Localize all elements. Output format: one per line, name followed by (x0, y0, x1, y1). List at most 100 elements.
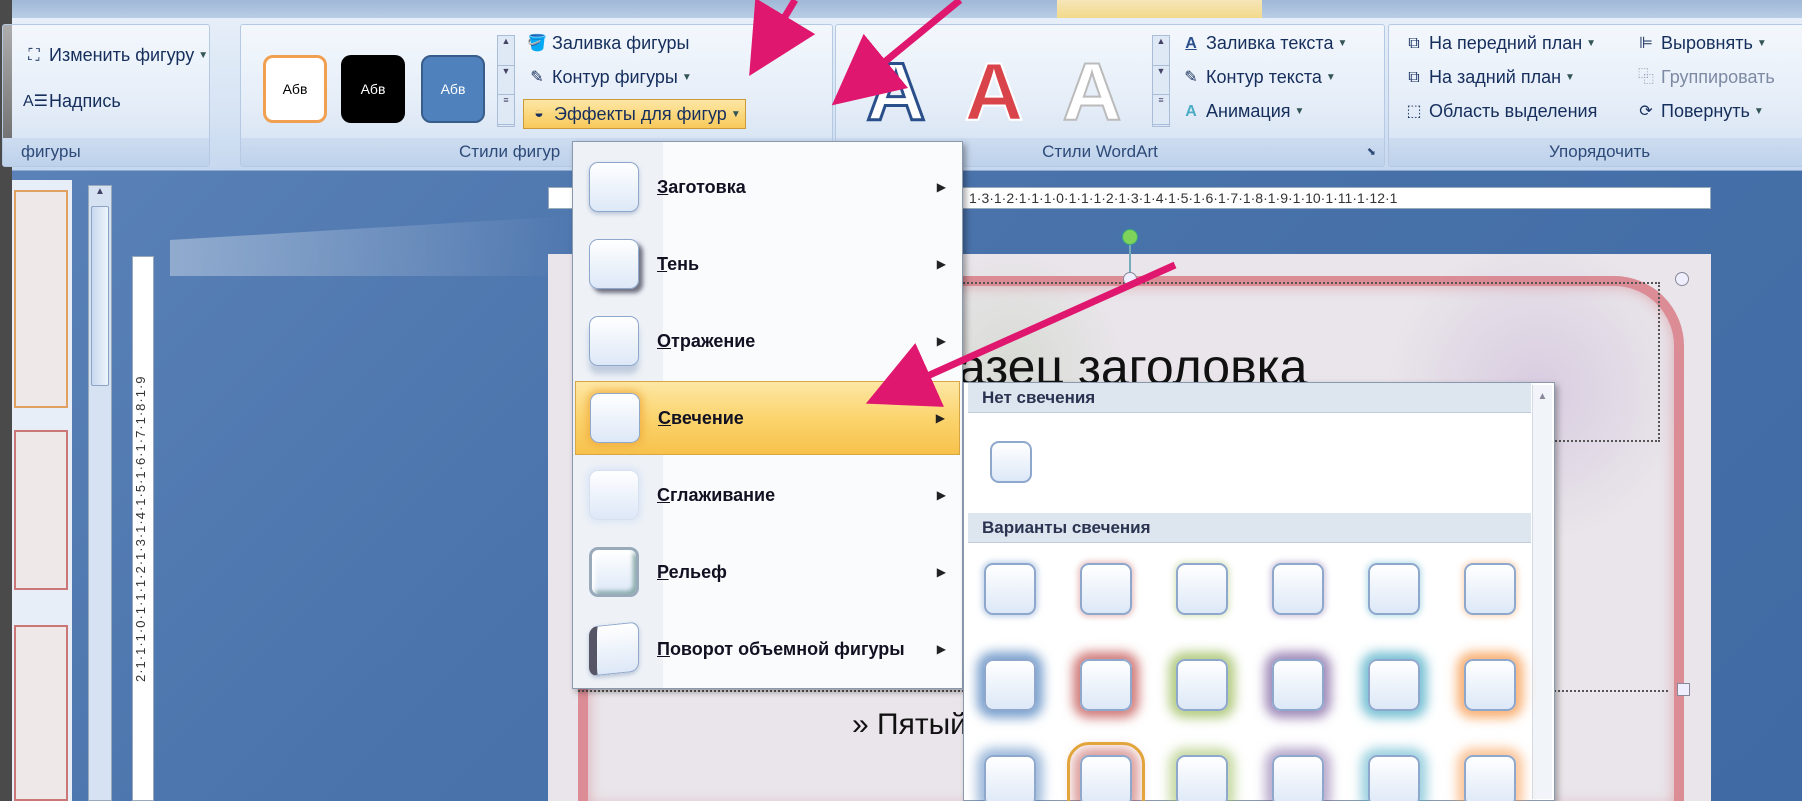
chevron-up-icon[interactable]: ▲ (498, 36, 514, 66)
shape-style-thumb[interactable]: Абв (341, 55, 405, 123)
glow-variant-swatch[interactable] (1272, 755, 1324, 801)
group-arrange: ⧉ На передний план ▼ ⧉ На задний план ▼ … (1388, 24, 1802, 167)
glow-variant-swatch[interactable] (1176, 563, 1228, 615)
chevron-up-icon[interactable]: ▲ (89, 186, 111, 197)
wordart-letter: A (1061, 47, 1122, 138)
wordart-style-thumb[interactable]: A (1052, 51, 1132, 135)
chevron-down-icon: ▼ (730, 108, 741, 120)
selection-pane-label: Область выделения (1429, 101, 1598, 121)
glow-variant-swatch[interactable] (1080, 659, 1132, 711)
align-icon: ⊫ (1639, 34, 1653, 52)
slide-bullet-text[interactable]: » Пятый (852, 708, 967, 742)
more-icon[interactable]: ≡ (498, 95, 514, 126)
resize-handle[interactable] (1123, 272, 1137, 286)
glow-variant-swatch[interactable] (984, 563, 1036, 615)
chevron-right-icon: ▶ (936, 257, 946, 271)
shadow-icon (589, 239, 639, 289)
rotation-handle[interactable] (1122, 229, 1138, 245)
shape-style-thumb[interactable]: Абв (263, 55, 327, 123)
chevron-down-icon: ▼ (681, 72, 692, 83)
text-outline-button[interactable]: ✎ Контур текста ▼ (1180, 67, 1336, 88)
menu-item-3d-rotation[interactable]: Поворот объемной фигуры ▶ (575, 612, 960, 686)
shape-style-text: Абв (440, 81, 466, 97)
send-to-back-label: На задний план (1429, 67, 1562, 87)
wordart-style-thumb[interactable]: A (856, 50, 936, 135)
preset-icon (589, 162, 639, 212)
group-label: Упорядочить (1389, 138, 1802, 166)
wordart-style-thumb[interactable]: A (954, 51, 1034, 135)
chevron-right-icon: ▶ (936, 180, 946, 194)
group-button[interactable]: ⿻ Группировать (1635, 67, 1775, 88)
more-icon[interactable]: ≡ (1153, 95, 1169, 126)
chevron-right-icon: ▶ (936, 642, 946, 656)
no-glow-swatch[interactable] (990, 441, 1032, 483)
chevron-right-icon: ▶ (936, 488, 946, 502)
thumbnails-scrollbar[interactable]: ▲ (88, 185, 112, 801)
group-insert-shapes: ⛶ Изменить фигуру ▼ A☰ Надпись фигуры (2, 24, 210, 167)
shape-style-thumb[interactable]: Абв (421, 55, 485, 123)
slide-thumbnail[interactable] (14, 430, 68, 590)
glow-variant-swatch[interactable] (1176, 659, 1228, 711)
effects-icon: ◒ (534, 105, 544, 122)
bevel-icon (589, 547, 639, 597)
chevron-down-icon: ▼ (1294, 106, 1305, 117)
glow-variant-swatch[interactable] (1272, 563, 1324, 615)
glow-variant-swatch[interactable] (984, 659, 1036, 711)
shape-outline-button[interactable]: ✎ Контур фигуры ▼ (526, 67, 692, 88)
textbox-button[interactable]: A☰ Надпись (23, 91, 121, 112)
menu-item-label: Свечение (658, 407, 744, 428)
menu-item-soft-edges[interactable]: Сглаживание ▶ (575, 458, 960, 532)
glow-variant-swatch[interactable] (1368, 563, 1420, 615)
glow-variant-swatch[interactable] (1464, 755, 1516, 801)
chevron-up-icon[interactable]: ▲ (1153, 36, 1169, 66)
text-effects-button[interactable]: A Анимация ▼ (1180, 101, 1304, 122)
change-shape-button[interactable]: ⛶ Изменить фигуру ▼ (23, 45, 208, 66)
wordart-gallery-scroll[interactable]: ▲ ▼ ≡ (1152, 35, 1170, 127)
glow-variant-swatch[interactable] (1176, 755, 1228, 801)
submenu-scrollbar[interactable]: ▲ (1532, 385, 1552, 799)
glow-variant-swatch[interactable] (984, 755, 1036, 801)
dialog-launcher-icon[interactable]: ⬊ (1367, 138, 1376, 166)
glow-variant-swatch[interactable] (1080, 563, 1132, 615)
glow-submenu: Нет свечения Варианты свечения ▲ (963, 382, 1555, 801)
chevron-down-icon: ▼ (1753, 106, 1764, 117)
chevron-up-icon[interactable]: ▲ (1533, 391, 1552, 402)
glow-variant-swatch[interactable] (1464, 563, 1516, 615)
selection-pane-button[interactable]: ⬚ Область выделения (1403, 101, 1597, 122)
text-outline-label: Контур текста (1206, 67, 1322, 87)
rotate-button[interactable]: ⟳ Повернуть ▼ (1635, 101, 1764, 122)
shape-effects-menu: Заготовка ▶ Тень ▶ Отражение ▶ Свечение … (572, 141, 963, 689)
glow-variants-header: Варианты свечения (968, 513, 1531, 543)
menu-item-preset[interactable]: Заготовка ▶ (575, 150, 960, 224)
slide-thumbnail[interactable] (14, 625, 68, 801)
chevron-down-icon: ▼ (1325, 72, 1336, 83)
menu-item-reflection[interactable]: Отражение ▶ (575, 304, 960, 378)
chevron-right-icon: ▶ (935, 411, 945, 425)
resize-handle[interactable] (1677, 683, 1690, 696)
slide-thumbnail[interactable] (14, 190, 68, 408)
menu-item-shadow[interactable]: Тень ▶ (575, 227, 960, 301)
wordart-letter: A (865, 47, 927, 138)
wordart-letter: A (963, 47, 1024, 138)
text-fill-button[interactable]: A Заливка текста ▼ (1180, 33, 1347, 54)
bring-to-front-button[interactable]: ⧉ На передний план ▼ (1403, 33, 1596, 54)
glow-variant-swatch[interactable] (1067, 742, 1145, 801)
glow-variant-swatch[interactable] (1368, 755, 1420, 801)
shape-fill-button[interactable]: 🪣 Заливка фигуры (526, 33, 689, 54)
glow-variant-swatch[interactable] (1368, 659, 1420, 711)
contextual-tab-format[interactable] (1057, 0, 1262, 18)
paint-bucket-icon: 🪣 (527, 34, 547, 52)
menu-item-bevel[interactable]: Рельеф ▶ (575, 535, 960, 609)
resize-handle[interactable] (1675, 272, 1689, 286)
send-to-back-button[interactable]: ⧉ На задний план ▼ (1403, 67, 1575, 88)
align-button[interactable]: ⊫ Выровнять ▼ (1635, 33, 1767, 54)
menu-item-glow[interactable]: Свечение ▶ (575, 381, 960, 455)
chevron-down-icon[interactable]: ▼ (498, 66, 514, 96)
glow-variant-swatch[interactable] (1464, 659, 1516, 711)
scrollbar-thumb[interactable] (91, 206, 109, 386)
styles-gallery-scroll[interactable]: ▲ ▼ ≡ (497, 35, 515, 127)
chevron-down-icon[interactable]: ▼ (1153, 66, 1169, 96)
menu-item-label: Заготовка (657, 176, 746, 197)
glow-variant-swatch[interactable] (1272, 659, 1324, 711)
shape-effects-button[interactable]: ◒ Эффекты для фигур ▼ (523, 99, 746, 129)
